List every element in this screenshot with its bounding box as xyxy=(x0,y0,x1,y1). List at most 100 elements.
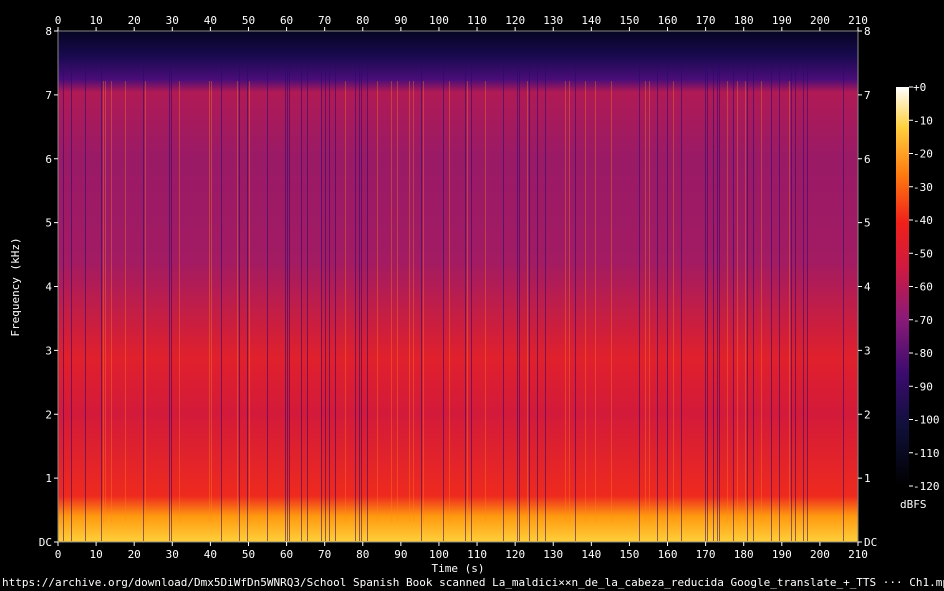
spectro-quiet-stripe xyxy=(85,66,86,541)
x-tick-label-top: 70 xyxy=(318,14,331,27)
spectro-quiet-stripe xyxy=(171,66,172,541)
spectro-loud-stripe xyxy=(527,81,528,522)
colorbar-tick-label: -40 xyxy=(913,214,933,227)
spectro-loud-stripe xyxy=(179,81,180,522)
y-tick-label-left: DC xyxy=(39,536,52,549)
spectro-loud-stripe xyxy=(125,81,126,522)
y-tick-label-left: 3 xyxy=(45,344,52,357)
y-tick-label-right: 4 xyxy=(864,281,871,294)
spectro-loud-stripe xyxy=(377,81,378,522)
spectro-quiet-stripe xyxy=(289,66,290,541)
x-tick-label-bottom: 90 xyxy=(394,548,407,561)
spectro-quiet-stripe xyxy=(807,66,808,541)
spectro-quiet-stripe xyxy=(71,66,72,541)
spectro-quiet-stripe xyxy=(355,66,356,541)
spectro-quiet-stripe xyxy=(247,66,248,541)
y-tick-label-right: 5 xyxy=(864,217,871,230)
spectro-quiet-stripe xyxy=(747,66,748,541)
spectro-quiet-stripe xyxy=(465,66,466,541)
spectro-quiet-stripe xyxy=(517,66,518,541)
y-tick-label-right: DC xyxy=(864,536,877,549)
spectro-quiet-stripe xyxy=(169,66,170,541)
x-tick-label-bottom: 0 xyxy=(55,548,62,561)
x-tick-label-bottom: 210 xyxy=(848,548,868,561)
spectro-quiet-stripe xyxy=(667,66,668,541)
x-tick-label-bottom: 20 xyxy=(128,548,141,561)
spectro-loud-stripe xyxy=(761,81,762,522)
colorbar-tick-label: -110 xyxy=(913,447,940,460)
x-tick-label-top: 160 xyxy=(658,14,678,27)
spectro-loud-stripe xyxy=(789,81,790,522)
x-tick-label-top: 10 xyxy=(89,14,102,27)
spectro-loud-stripe xyxy=(673,81,674,522)
spectro-quiet-stripe xyxy=(575,66,576,541)
spectro-quiet-stripe xyxy=(335,66,336,541)
spectro-loud-stripe xyxy=(249,81,250,522)
x-tick-label-top: 0 xyxy=(55,14,62,27)
x-tick-label-bottom: 200 xyxy=(810,548,830,561)
spectro-quiet-stripe xyxy=(321,66,322,541)
x-tick-label-top: 100 xyxy=(429,14,449,27)
colorbar-tick-label: -120 xyxy=(913,480,940,493)
spectro-quiet-stripe xyxy=(307,66,308,541)
x-tick-label-bottom: 160 xyxy=(658,548,678,561)
x-tick-label-top: 80 xyxy=(356,14,369,27)
x-tick-label-top: 130 xyxy=(543,14,563,27)
y-tick-label-left: 8 xyxy=(45,25,52,38)
spectro-quiet-stripe xyxy=(791,66,792,541)
colorbar-tick-label: -30 xyxy=(913,181,933,194)
y-tick-label-right: 8 xyxy=(864,25,871,38)
x-tick-label-top: 150 xyxy=(619,14,639,27)
spectro-quiet-stripe xyxy=(361,66,362,541)
spectro-loud-stripe xyxy=(391,81,392,522)
y-tick-label-right: 6 xyxy=(864,153,871,166)
spectro-loud-stripe xyxy=(611,81,612,522)
spectro-loud-stripe xyxy=(397,81,398,522)
y-tick-label-left: 5 xyxy=(45,217,52,230)
colorbar-tick-label: -50 xyxy=(913,247,933,260)
colorbar xyxy=(896,87,909,486)
x-tick-label-top: 140 xyxy=(581,14,601,27)
spectro-loud-stripe xyxy=(449,81,450,522)
spectro-quiet-stripe xyxy=(325,66,326,541)
spectro-quiet-stripe xyxy=(63,66,64,541)
spectro-loud-stripe xyxy=(111,81,112,522)
spectro-quiet-stripe xyxy=(537,66,538,541)
spectro-loud-stripe xyxy=(211,81,212,522)
x-tick-label-bottom: 30 xyxy=(166,548,179,561)
spectro-quiet-stripe xyxy=(221,66,222,541)
colorbar-tick-label: -70 xyxy=(913,314,933,327)
colorbar-tick-label: -80 xyxy=(913,347,933,360)
spectro-quiet-stripe xyxy=(471,66,472,541)
colorbar-tick-label: -10 xyxy=(913,114,933,127)
spectro-quiet-stripe xyxy=(143,66,144,541)
x-axis-top: 0 10 20 30 40 50 60 70 80 90 100 110 120 130 140 150 160… xyxy=(55,14,868,31)
y-tick-label-right: 1 xyxy=(864,472,871,485)
spectro-quiet-stripe xyxy=(519,66,520,541)
spectro-loud-stripe xyxy=(345,81,346,522)
x-tick-label-bottom: 60 xyxy=(280,548,293,561)
source-url: https://archive.org/download/Dmx5DiWfDn5… xyxy=(2,576,944,589)
colorbar-tick-label: -90 xyxy=(913,380,933,393)
x-tick-label-bottom: 110 xyxy=(467,548,487,561)
spectro-quiet-stripe xyxy=(239,66,240,541)
x-tick-label-bottom: 40 xyxy=(204,548,217,561)
spectro-loud-stripe xyxy=(145,81,146,522)
spectro-quiet-stripe xyxy=(707,66,708,541)
spectro-quiet-stripe xyxy=(803,66,804,541)
spectro-loud-stripe xyxy=(727,81,728,522)
spectro-quiet-stripe xyxy=(421,66,422,541)
spectro-loud-stripe xyxy=(585,81,586,522)
spectro-loud-stripe xyxy=(485,81,486,522)
spectro-quiet-stripe xyxy=(719,66,720,541)
spectro-quiet-stripe xyxy=(681,66,682,541)
x-tick-label-bottom: 150 xyxy=(619,548,639,561)
spectro-quiet-stripe xyxy=(753,66,754,541)
spectro-quiet-stripe xyxy=(301,66,302,541)
spectro-loud-stripe xyxy=(237,81,238,522)
spectro-loud-stripe xyxy=(105,81,106,522)
x-tick-label-top: 90 xyxy=(394,14,407,27)
x-tick-label-bottom: 130 xyxy=(543,548,563,561)
x-tick-label-bottom: 120 xyxy=(505,548,525,561)
spectro-quiet-stripe xyxy=(329,66,330,541)
